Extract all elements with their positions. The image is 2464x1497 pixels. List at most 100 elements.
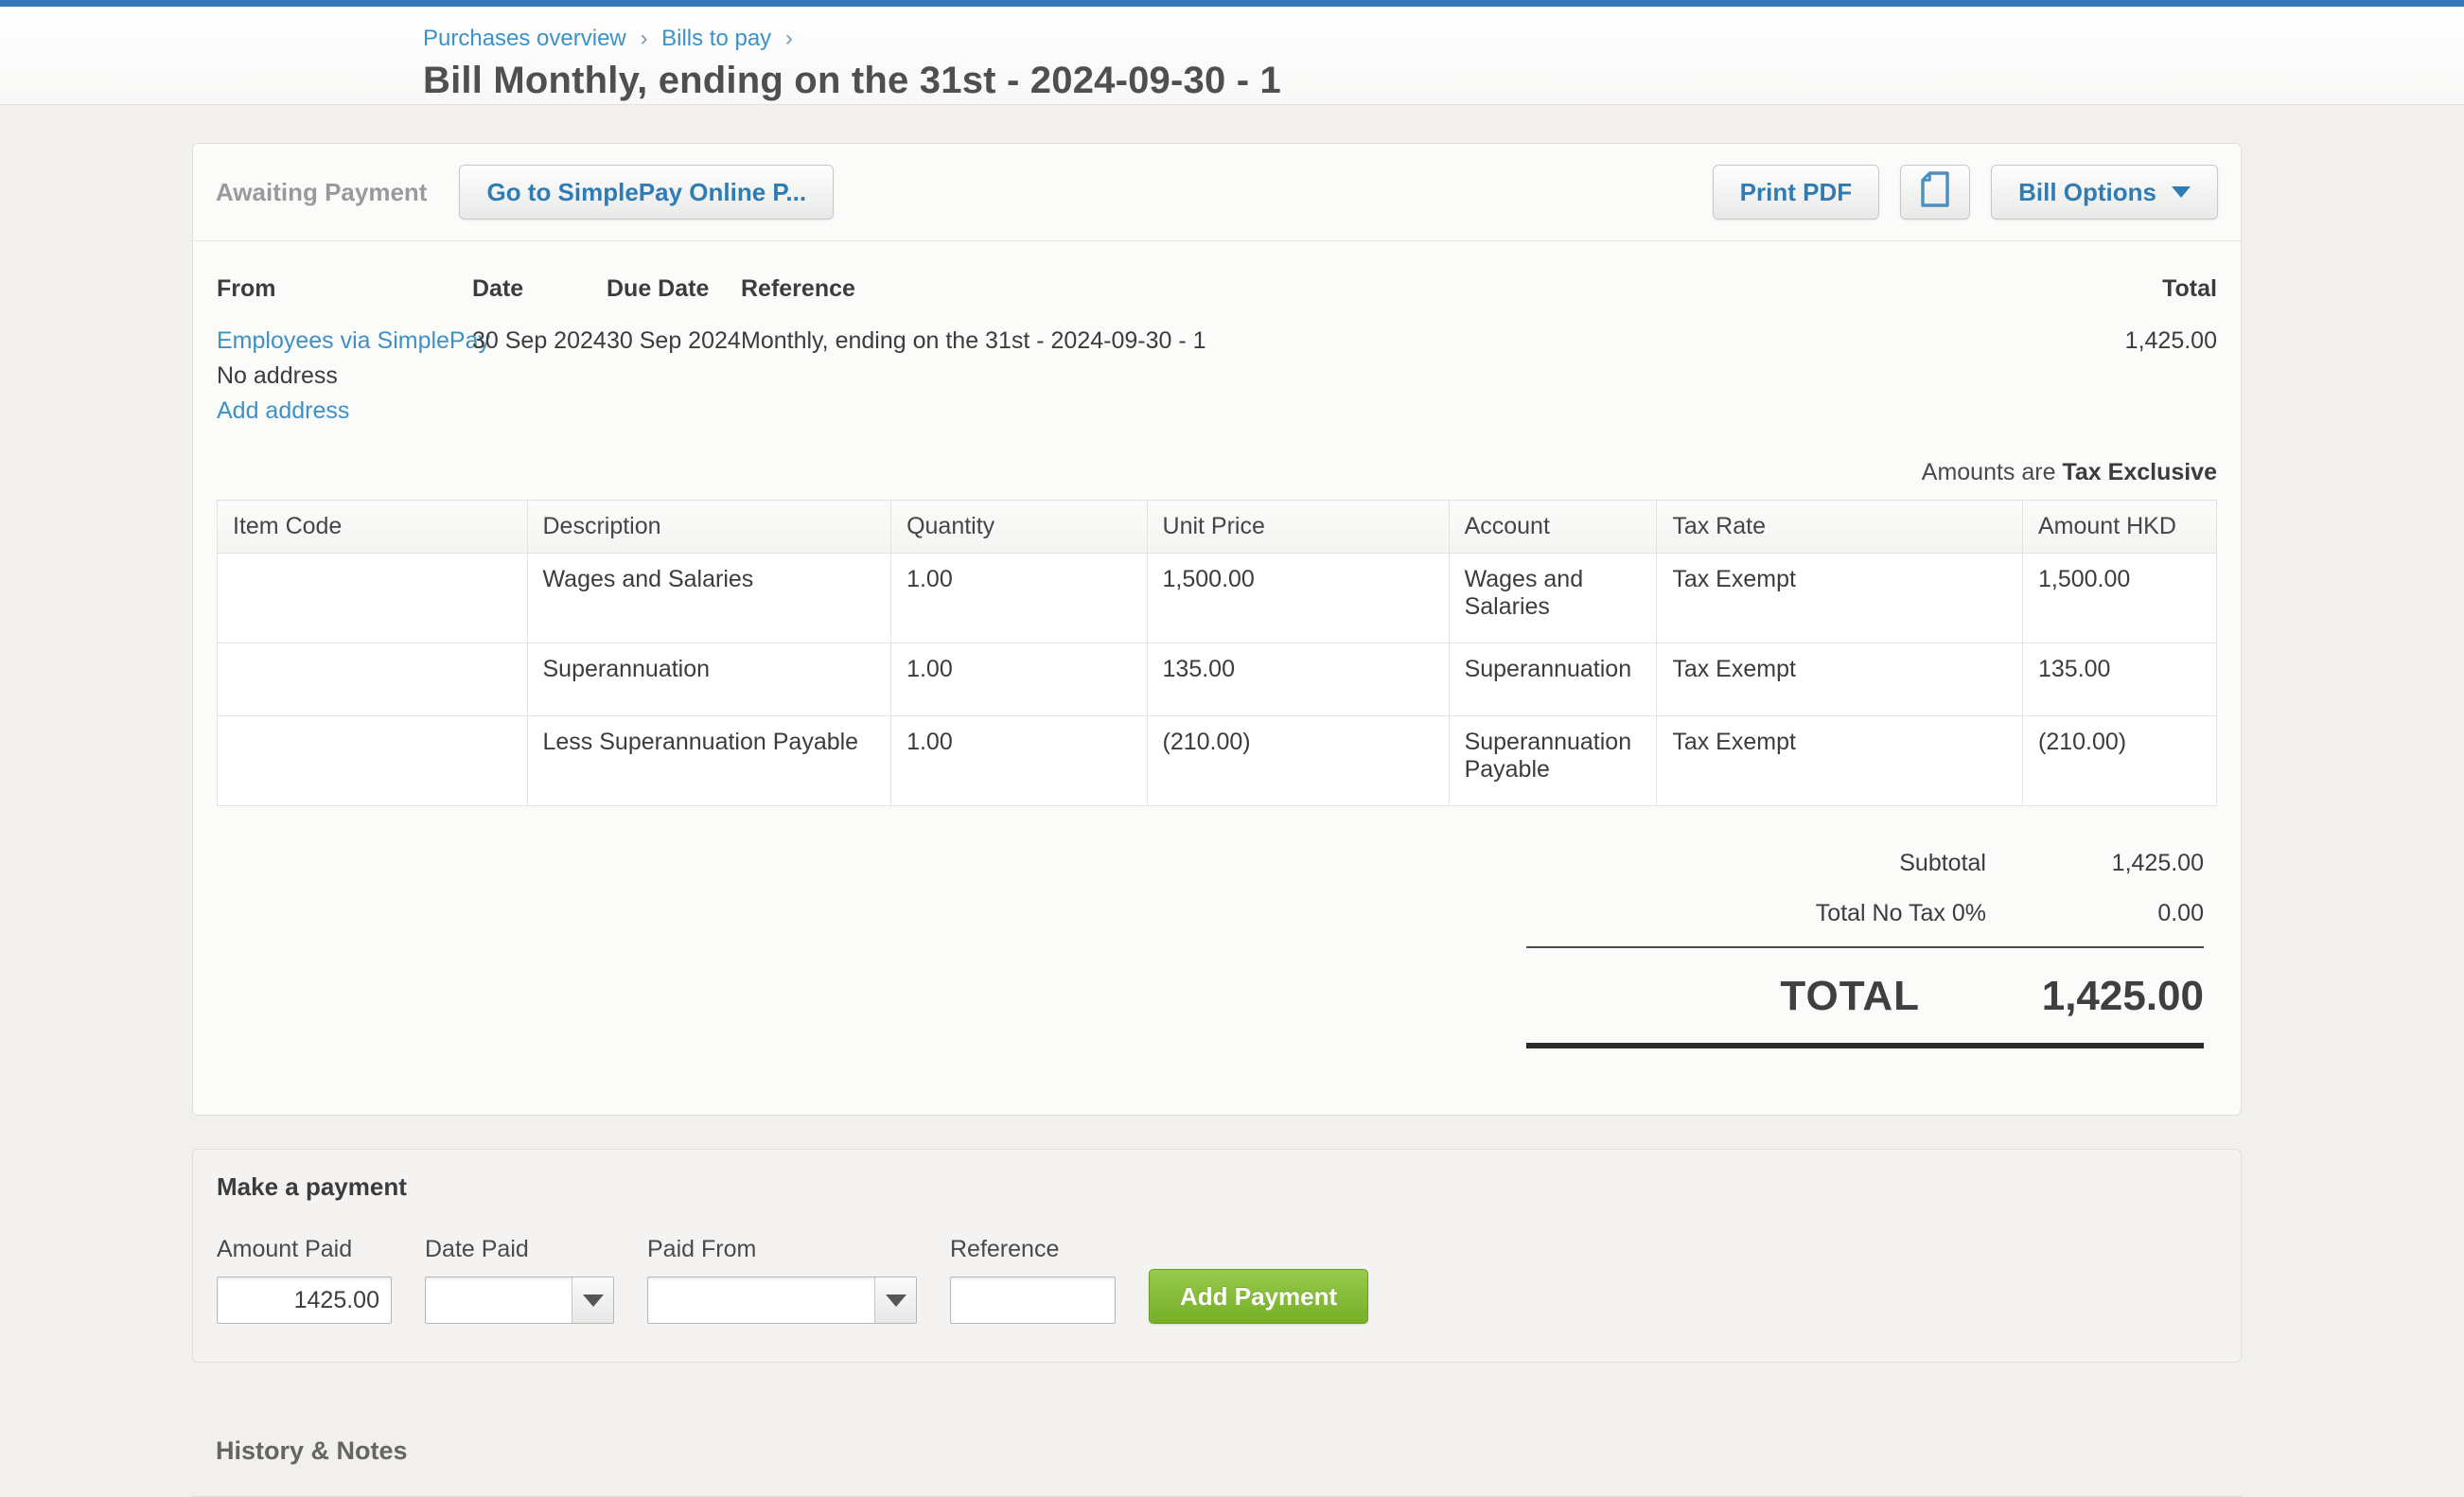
col-amount: Amount HKD [2023,501,2217,554]
cell-quantity: 1.00 [891,643,1147,716]
bill-date-column: Date 30 Sep 2024 [472,275,607,432]
cell-unit-price: 1,500.00 [1147,554,1449,643]
cell-unit-price: (210.00) [1147,716,1449,806]
page-title: Bill Monthly, ending on the 31st - 2024-… [423,60,2464,102]
cell-quantity: 1.00 [891,716,1147,806]
chevron-down-icon [886,1294,906,1307]
cell-amount: (210.00) [2023,716,2217,806]
status-toolbar: Awaiting Payment Go to SimplePay Online … [193,144,2241,241]
chevron-down-icon [2172,186,2191,198]
cell-account: Wages and Salaries [1449,554,1657,643]
due-date-value: 30 Sep 2024 [607,327,741,355]
from-header: From [217,275,472,303]
col-account: Account [1449,501,1657,554]
subtotal-value: 1,425.00 [1986,850,2204,877]
page-header: Purchases overview › Bills to pay › Bill… [0,7,2464,105]
cell-account: Superannuation [1449,643,1657,716]
bill-document: From Employees via SimplePay No address … [193,241,2241,1115]
col-description: Description [527,501,891,554]
bill-options-button[interactable]: Bill Options [1991,165,2218,220]
grand-total-label: TOTAL [1780,973,1920,1020]
go-to-simplepay-button[interactable]: Go to SimplePay Online P... [459,165,834,220]
amount-paid-field: Amount Paid [217,1236,392,1324]
add-address-link[interactable]: Add address [217,397,349,424]
table-row: Superannuation 1.00 135.00 Superannuatio… [218,643,2217,716]
payment-reference-field: Reference [950,1236,1116,1324]
document-icon [1916,168,1954,217]
table-header-row: Item Code Description Quantity Unit Pric… [218,501,2217,554]
col-unit-price: Unit Price [1147,501,1449,554]
bill-reference-column: Reference Monthly, ending on the 31st - … [741,275,1933,432]
print-pdf-button[interactable]: Print PDF [1713,165,1879,220]
make-payment-panel: Make a payment Amount Paid Date Paid Pai… [192,1149,2242,1363]
cell-unit-price: 135.00 [1147,643,1449,716]
breadcrumb-purchases-overview[interactable]: Purchases overview [423,26,626,51]
breadcrumb: Purchases overview › Bills to pay › [423,26,2464,52]
top-accent-bar [0,0,2464,7]
breadcrumb-separator: › [785,26,793,51]
bill-total-column: Total 1,425.00 [1933,275,2217,432]
payment-reference-label: Reference [950,1236,1116,1263]
cell-item-code [218,716,528,806]
subtotal-row: Subtotal 1,425.00 [1526,838,2204,889]
date-value: 30 Sep 2024 [472,327,607,355]
date-paid-label: Date Paid [425,1236,614,1263]
combo-arrow-button[interactable] [874,1277,916,1323]
payment-reference-input[interactable] [950,1277,1116,1324]
due-date-header: Due Date [607,275,741,303]
copy-document-button[interactable] [1900,165,1970,220]
amount-paid-input[interactable] [217,1277,392,1324]
cell-tax-rate: Tax Exempt [1657,716,2023,806]
tax-mode-value: Tax Exclusive [2062,459,2217,485]
reference-header: Reference [741,275,1933,303]
totals-block: Subtotal 1,425.00 Total No Tax 0% 0.00 T… [1526,838,2204,1048]
bill-from-column: From Employees via SimplePay No address … [217,275,472,432]
breadcrumb-separator: › [640,26,647,51]
subtotal-label: Subtotal [1899,850,1986,877]
payment-form: Amount Paid Date Paid Paid From Referenc… [217,1236,2217,1324]
from-contact-link[interactable]: Employees via SimplePay [217,327,490,354]
amount-paid-label: Amount Paid [217,1236,392,1263]
bill-panel: Awaiting Payment Go to SimplePay Online … [192,143,2242,1116]
no-tax-value: 0.00 [1986,900,2204,927]
col-item-code: Item Code [218,501,528,554]
cell-item-code [218,643,528,716]
cell-quantity: 1.00 [891,554,1147,643]
no-tax-label: Total No Tax 0% [1816,900,1986,927]
cell-description: Wages and Salaries [527,554,891,643]
paid-from-field: Paid From [647,1236,917,1324]
grand-total-value: 1,425.00 [1920,973,2204,1020]
cell-tax-rate: Tax Exempt [1657,554,2023,643]
date-paid-field: Date Paid [425,1236,614,1324]
cell-description: Less Superannuation Payable [527,716,891,806]
paid-from-label: Paid From [647,1236,917,1263]
reference-value: Monthly, ending on the 31st - 2024-09-30… [741,327,1933,355]
cell-description: Superannuation [527,643,891,716]
chevron-down-icon [583,1294,604,1307]
col-tax-rate: Tax Rate [1657,501,2023,554]
combo-arrow-button[interactable] [572,1277,613,1323]
cell-amount: 1,500.00 [2023,554,2217,643]
status-badge: Awaiting Payment [216,178,427,207]
tax-mode-line: Amounts are Tax Exclusive [217,459,2217,486]
total-header: Total [1933,275,2217,303]
bill-options-label: Bill Options [2018,178,2156,207]
toolbar-right-group: Print PDF Bill Options [1713,165,2218,220]
no-address-text: No address [217,362,472,390]
table-row: Wages and Salaries 1.00 1,500.00 Wages a… [218,554,2217,643]
no-tax-row: Total No Tax 0% 0.00 [1526,889,2204,939]
bill-due-date-column: Due Date 30 Sep 2024 [607,275,741,432]
total-value: 1,425.00 [1933,327,2217,355]
date-header: Date [472,275,607,303]
paid-from-combobox[interactable] [647,1277,917,1324]
bill-header: From Employees via SimplePay No address … [217,275,2217,432]
make-payment-heading: Make a payment [217,1172,2217,1202]
cell-item-code [218,554,528,643]
line-items-table: Item Code Description Quantity Unit Pric… [217,500,2217,806]
add-payment-button[interactable]: Add Payment [1149,1269,1368,1324]
grand-total-row: TOTAL 1,425.00 [1526,948,2204,1043]
cell-amount: 135.00 [2023,643,2217,716]
breadcrumb-bills-to-pay[interactable]: Bills to pay [661,26,771,51]
date-paid-combobox[interactable] [425,1277,614,1324]
col-quantity: Quantity [891,501,1147,554]
